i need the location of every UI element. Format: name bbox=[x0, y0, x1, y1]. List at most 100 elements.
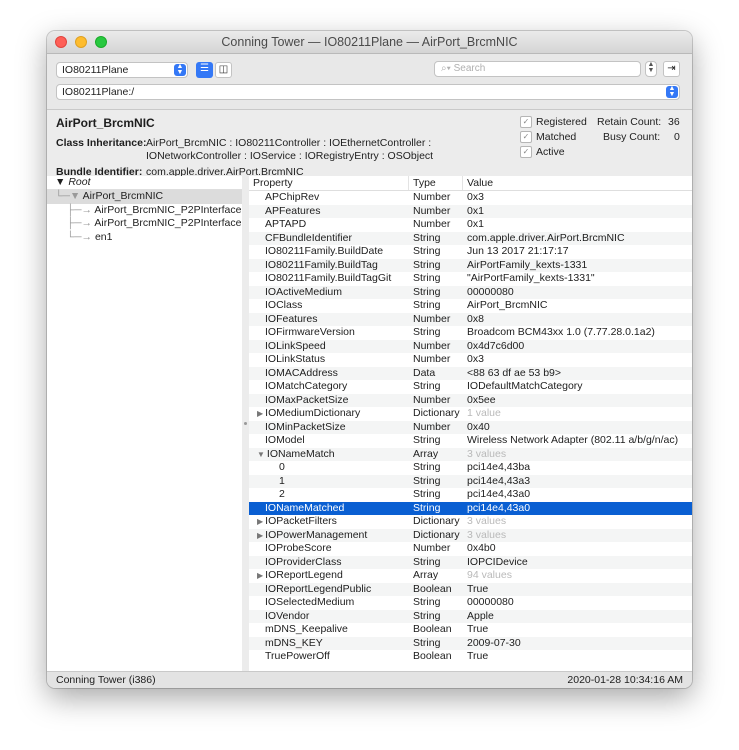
disclosure-right-icon[interactable]: ▶ bbox=[257, 531, 263, 540]
table-row[interactable]: APTAPD Number 0x1 bbox=[249, 218, 692, 232]
path-field[interactable]: IO80211Plane:/ ▲ ▼ bbox=[56, 84, 680, 100]
property-table: Property Type Value APChipRev Number 0x3 AP… bbox=[249, 176, 692, 671]
cell-type: Dictionary bbox=[413, 528, 460, 541]
app-window: Conning Tower — IO80211Plane — AirPort_B… bbox=[47, 31, 692, 688]
cell-value: 3 values bbox=[467, 447, 507, 460]
cell-value: pci14e4,43a3 bbox=[467, 474, 531, 487]
table-row[interactable]: IOReportLegendPublic Boolean True bbox=[249, 582, 692, 596]
cell-property: IOProviderClass bbox=[249, 556, 409, 570]
cell-value: True bbox=[467, 623, 489, 635]
cell-value: IOPCIDevice bbox=[467, 555, 528, 568]
cell-property: IOMaxPacketSize bbox=[249, 394, 409, 408]
splitter-handle-icon bbox=[244, 422, 247, 425]
table-row[interactable]: IOProviderClass String IOPCIDevice bbox=[249, 555, 692, 570]
cell-value: 0x1 bbox=[467, 204, 484, 217]
table-row[interactable]: IO80211Family.BuildDate String Jun 13 2017… bbox=[249, 245, 692, 259]
search-stepper[interactable]: ▲ ▼ bbox=[645, 61, 657, 77]
cell-type: String bbox=[413, 474, 441, 487]
tree-root[interactable]: ▼ Root bbox=[47, 176, 242, 190]
checkmark-icon: ✓ bbox=[520, 116, 532, 128]
column-header-property[interactable]: Property bbox=[249, 176, 409, 190]
table-row[interactable]: mDNS_KEY String 2009-07-30 bbox=[249, 636, 692, 650]
table-row[interactable]: mDNS_Keepalive Boolean True bbox=[249, 623, 692, 637]
table-row[interactable]: IOMaxPacketSize Number 0x5ee bbox=[249, 393, 692, 408]
property-name: IOModel bbox=[265, 434, 305, 446]
table-row[interactable]: IOLinkStatus Number 0x3 bbox=[249, 353, 692, 367]
class-name: AirPort_BrcmNIC bbox=[56, 116, 155, 130]
table-row[interactable]: ▶ IOPowerManagement Dictionary 3 values bbox=[249, 528, 692, 542]
disclosure-down-icon[interactable]: ▼ bbox=[257, 450, 265, 459]
table-row[interactable]: CFBundleIdentifier String com.apple.driver… bbox=[249, 231, 692, 245]
table-row[interactable]: IOVendor String Apple bbox=[249, 609, 692, 623]
tree-node[interactable]: └─▼ AirPort_BrcmNIC bbox=[47, 190, 242, 204]
registered-label: Registered bbox=[536, 116, 587, 128]
table-row[interactable]: IOSelectedMedium String 00000080 bbox=[249, 596, 692, 610]
cell-value: True bbox=[467, 582, 489, 595]
table-row[interactable]: IOMinPacketSize Number 0x40 bbox=[249, 420, 692, 434]
tree-node[interactable]: ├─→ AirPort_BrcmNIC_P2PInterface bbox=[47, 204, 242, 218]
cell-type: String bbox=[413, 596, 441, 608]
property-name: IOPowerManagement bbox=[265, 528, 368, 541]
table-row[interactable]: APChipRev Number 0x3 bbox=[249, 191, 692, 205]
table-row[interactable]: 2 String pci14e4,43a0 bbox=[249, 488, 692, 502]
cell-value: 0x1 bbox=[467, 218, 484, 230]
cell-value: Wireless Network Adapter (802.11 a/b/g/n… bbox=[467, 434, 679, 446]
disclosure-right-icon[interactable]: ▶ bbox=[257, 409, 263, 418]
cell-type: Dictionary bbox=[413, 407, 460, 419]
table-row[interactable]: IO80211Family.BuildTagGit String "AirPortF… bbox=[249, 272, 692, 286]
table-row[interactable]: IOFirmwareVersion String Broadcom BCM43xx … bbox=[249, 326, 692, 340]
table-row[interactable]: APFeatures Number 0x1 bbox=[249, 204, 692, 218]
cell-property: 0 bbox=[249, 461, 409, 475]
cell-type: Array bbox=[413, 569, 439, 581]
tree-node[interactable]: ├─→ AirPort_BrcmNIC_P2PInterface bbox=[47, 217, 242, 231]
table-row[interactable]: IO80211Family.BuildTag String AirPortFamil… bbox=[249, 258, 692, 272]
cell-type: Array bbox=[413, 447, 439, 460]
search-input[interactable]: ⌕▾ Search bbox=[434, 61, 641, 77]
tree-connector-icon: └─▼ bbox=[55, 190, 83, 202]
pane-splitter[interactable] bbox=[242, 176, 249, 671]
column-header-type[interactable]: Type bbox=[409, 176, 463, 190]
cell-property: IO80211Family.BuildDate bbox=[249, 245, 409, 259]
status-arch: Conning Tower (i386) bbox=[56, 674, 156, 686]
table-row[interactable]: IOProbeScore Number 0x4b0 bbox=[249, 542, 692, 556]
export-icon[interactable]: ⇥ bbox=[663, 61, 680, 77]
table-row[interactable]: IOFeatures Number 0x8 bbox=[249, 312, 692, 326]
property-name: CFBundleIdentifier bbox=[265, 231, 352, 244]
table-row[interactable]: IOMACAddress Data <88 63 df ae 53 b9> bbox=[249, 366, 692, 380]
table-row[interactable]: ▶ IOReportLegend Array 94 values bbox=[249, 569, 692, 583]
plane-select[interactable]: IO80211Plane ▲ ▼ bbox=[56, 62, 188, 78]
list-view-icon[interactable]: ☰ bbox=[196, 62, 213, 78]
cell-property: IOSelectedMedium bbox=[249, 596, 409, 610]
table-row[interactable]: ▶ IOMediumDictionary Dictionary 1 value bbox=[249, 407, 692, 421]
tree-node-label: en1 bbox=[94, 230, 113, 243]
table-row[interactable]: ▼ IONameMatch Array 3 values bbox=[249, 447, 692, 461]
cell-value: 0x5ee bbox=[467, 393, 496, 406]
registered-checkbox: ✓ Registered bbox=[520, 116, 587, 128]
column-header-value[interactable]: Value bbox=[463, 176, 692, 190]
table-row[interactable]: ▶ IOPacketFilters Dictionary 3 values bbox=[249, 515, 692, 529]
table-row[interactable]: TruePowerOff Boolean True bbox=[249, 650, 692, 664]
table-row[interactable]: IOClass String AirPort_BrcmNIC bbox=[249, 299, 692, 313]
disclosure-right-icon[interactable]: ▶ bbox=[257, 571, 263, 580]
table-row[interactable]: IOActiveMedium String 00000080 bbox=[249, 285, 692, 299]
busy-count-value: 0 bbox=[674, 131, 680, 143]
tree-node[interactable]: └─→ en1 bbox=[47, 231, 242, 245]
tree-node-label: AirPort_BrcmNIC bbox=[82, 190, 164, 202]
cell-type: String bbox=[413, 488, 441, 500]
column-view-icon[interactable]: ◫ bbox=[215, 62, 232, 78]
table-row[interactable]: 1 String pci14e4,43a3 bbox=[249, 474, 692, 488]
table-row[interactable]: IONameMatched String pci14e4,43a0 bbox=[249, 501, 692, 515]
table-row[interactable]: IOLinkSpeed Number 0x4d7c6d00 bbox=[249, 339, 692, 353]
cell-value: "AirPortFamily_kexts-1331" bbox=[467, 272, 595, 284]
cell-value: 94 values bbox=[467, 569, 512, 581]
cell-value: 1 value bbox=[467, 407, 501, 419]
tree-connector-icon: └─→ bbox=[55, 230, 95, 243]
disclosure-right-icon[interactable]: ▶ bbox=[257, 517, 263, 526]
cell-value: 0x4d7c6d00 bbox=[467, 339, 525, 352]
table-row[interactable]: 0 String pci14e4,43ba bbox=[249, 461, 692, 475]
table-row[interactable]: IOMatchCategory String IODefaultMatchCateg… bbox=[249, 380, 692, 394]
property-name: IONameMatched bbox=[265, 501, 345, 514]
matched-checkbox: ✓ Matched bbox=[520, 131, 576, 143]
plane-select-value: IO80211Plane bbox=[62, 64, 129, 76]
table-row[interactable]: IOModel String Wireless Network Adapter (8… bbox=[249, 434, 692, 448]
